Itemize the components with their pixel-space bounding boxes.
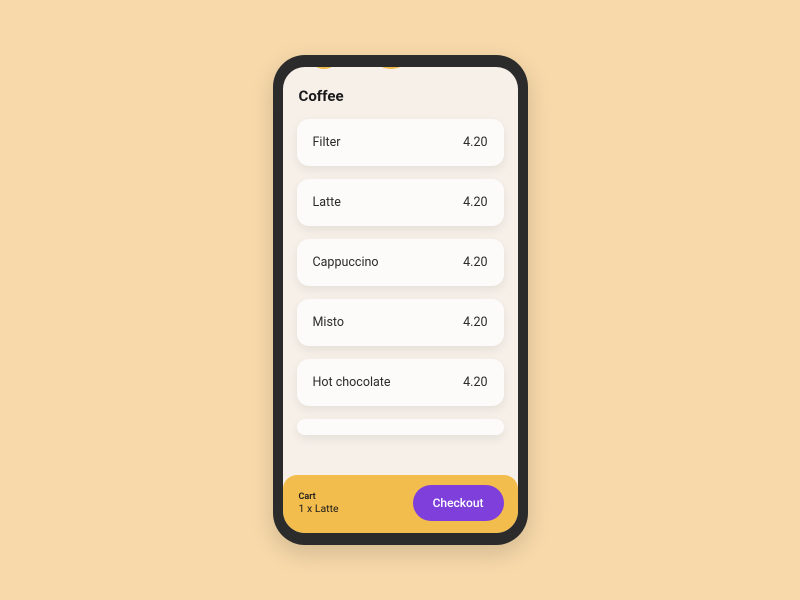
menu-item-price: 4.20 <box>463 315 487 330</box>
menu-item-price: 4.20 <box>463 255 487 270</box>
menu-item-cappuccino[interactable]: Cappuccino 4.20 <box>297 239 504 286</box>
menu-item-misto[interactable]: Misto 4.20 <box>297 299 504 346</box>
cart-info: Cart 1 x Latte <box>299 492 339 515</box>
menu-list: Filter 4.20 Latte 4.20 Cappuccino 4.20 M… <box>297 119 504 435</box>
cart-label: Cart <box>299 492 339 502</box>
page-title: Coffee <box>299 87 504 105</box>
menu-item-price: 4.20 <box>463 135 487 150</box>
menu-item-hot-chocolate[interactable]: Hot chocolate 4.20 <box>297 359 504 406</box>
menu-item-latte[interactable]: Latte 4.20 <box>297 179 504 226</box>
cart-summary: 1 x Latte <box>299 502 339 515</box>
phone-frame: Coffee Filter 4.20 Latte 4.20 Cappuccino… <box>273 55 528 545</box>
cart-bar: Cart 1 x Latte Checkout <box>283 475 518 533</box>
menu-item-name: Hot chocolate <box>313 375 391 390</box>
phone-screen: Coffee Filter 4.20 Latte 4.20 Cappuccino… <box>283 67 518 533</box>
menu-item-name: Cappuccino <box>313 255 379 270</box>
menu-item-name: Latte <box>313 195 341 210</box>
menu-item-price: 4.20 <box>463 195 487 210</box>
menu-item-partial[interactable] <box>297 419 504 435</box>
menu-item-price: 4.20 <box>463 375 487 390</box>
content-area: Coffee Filter 4.20 Latte 4.20 Cappuccino… <box>283 67 518 475</box>
menu-item-name: Misto <box>313 315 345 330</box>
checkout-button[interactable]: Checkout <box>413 485 504 521</box>
menu-item-name: Filter <box>313 135 341 150</box>
menu-item-filter[interactable]: Filter 4.20 <box>297 119 504 166</box>
